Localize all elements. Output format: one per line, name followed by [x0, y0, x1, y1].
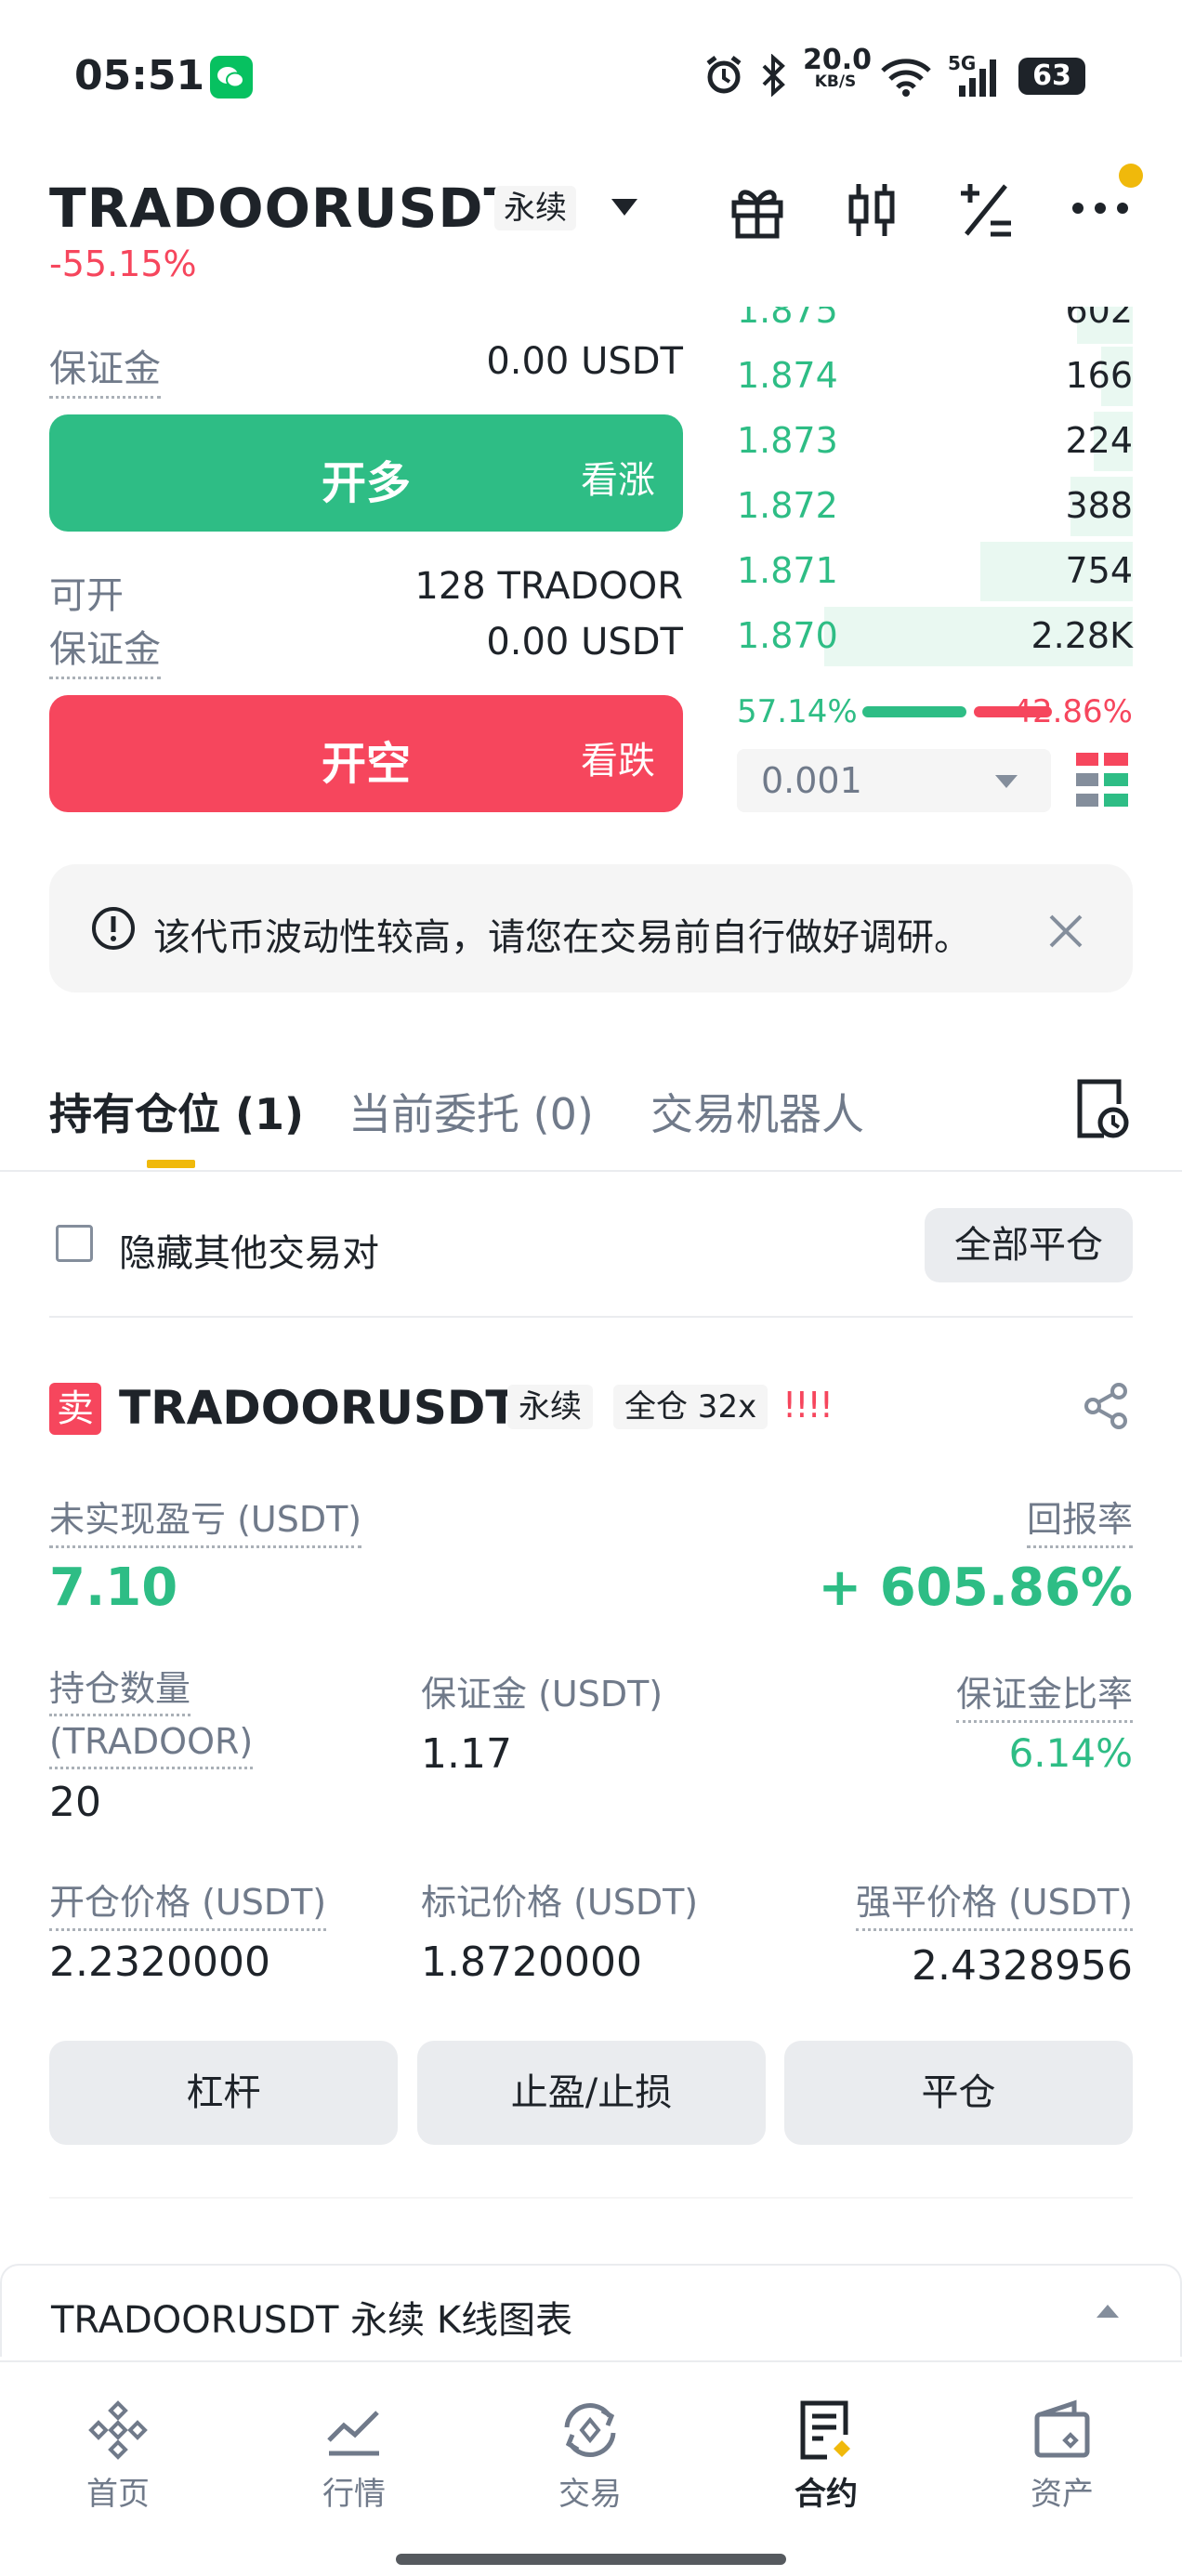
- risk-notice-text: 该代币波动性较高，请您在交易前自行做好调研。: [153, 916, 971, 959]
- bid-quantity: 224: [1065, 420, 1133, 461]
- position-margin-mode: 全仓 32x: [613, 1385, 768, 1429]
- tp-sl-button[interactable]: 止盈/止损: [417, 2041, 766, 2145]
- warning-icon: [92, 907, 135, 950]
- position-contract-type: 永续: [507, 1385, 593, 1429]
- wallet-icon: [1034, 2399, 1090, 2458]
- order-book-bid-row[interactable]: 1.871 754: [0, 539, 1182, 604]
- precision-value: 0.001: [761, 760, 862, 801]
- close-all-button[interactable]: 全部平仓: [925, 1208, 1133, 1282]
- leverage-button[interactable]: 杠杆: [49, 2041, 398, 2145]
- position-size-label: 持仓数量 (TRADOOR): [49, 1663, 254, 1769]
- position-margin-label: 保证金 (USDT): [421, 1674, 663, 1715]
- calculator-icon[interactable]: [957, 180, 1015, 240]
- bid-price: 1.874: [737, 355, 838, 396]
- bid-price: 1.873: [737, 420, 838, 461]
- buy-ratio-fill: [862, 706, 966, 717]
- position-symbol[interactable]: TRADOORUSDT: [119, 1381, 518, 1435]
- entry-price-value: 2.2320000: [49, 1939, 270, 1986]
- alarm-icon: [703, 54, 745, 97]
- roe-value: + 605.86%: [818, 1557, 1133, 1618]
- liquidation-price-value: 2.4328956: [912, 1942, 1133, 1990]
- position-size-value: 20: [49, 1779, 101, 1826]
- hide-others-label: 隐藏其他交易对: [119, 1232, 379, 1275]
- contract-type-badge: 永续: [494, 186, 576, 230]
- more-menu-icon[interactable]: [1070, 199, 1130, 217]
- tab-trading-bots[interactable]: 交易机器人: [650, 1081, 864, 1142]
- divider: [49, 1316, 1133, 1318]
- bid-quantity: 754: [1065, 550, 1133, 591]
- order-book-bid-row[interactable]: 1.870 2.28K: [0, 604, 1182, 669]
- order-book-bid-row[interactable]: 1.872 388: [0, 474, 1182, 539]
- nav-assets[interactable]: 资产: [969, 2399, 1155, 2514]
- tabs-divider: [0, 1170, 1182, 1172]
- sell-ratio: 42.86%: [1012, 693, 1133, 730]
- order-book-bid-row[interactable]: 1.873 224: [0, 409, 1182, 474]
- chevron-up-icon[interactable]: [1095, 2303, 1121, 2320]
- symbol-title[interactable]: TRADOORUSDT: [49, 177, 521, 240]
- order-book: 1.875 602 1.874 166 1.873 224 1.872 388 1.871 7…: [0, 307, 1182, 716]
- futures-icon: [800, 2400, 850, 2460]
- entry-price-label: 开仓价格 (USDT): [49, 1873, 327, 1931]
- bid-quantity: 388: [1065, 485, 1133, 526]
- unrealized-pnl-label: 未实现盈亏 (USDT): [49, 1491, 362, 1548]
- precision-select[interactable]: 0.001: [737, 749, 1051, 812]
- kline-chart-panel[interactable]: TRADOORUSDT 永续 K线图表: [0, 2264, 1182, 2357]
- close-icon[interactable]: [1047, 913, 1084, 950]
- nav-trade[interactable]: 交易: [497, 2399, 683, 2514]
- symbol-dropdown-icon[interactable]: [608, 193, 641, 221]
- order-book-partial-row: 1.875 602: [0, 307, 1182, 344]
- mark-price-value: 1.8720000: [421, 1939, 642, 1986]
- risk-notice: 该代币波动性较高，请您在交易前自行做好调研。: [49, 864, 1133, 992]
- tab-open-orders[interactable]: 当前委托 (0): [348, 1081, 594, 1142]
- bid-quantity: 166: [1065, 355, 1133, 396]
- kline-chart-title: TRADOORUSDT 永续 K线图表: [51, 2299, 573, 2342]
- net-speed: 20.0 KB/S: [803, 44, 873, 91]
- status-time: 05:51: [74, 52, 205, 99]
- status-bar: 05:51 20.0 KB/S 5G 63: [0, 0, 1182, 149]
- divider: [49, 2197, 1133, 2199]
- mark-price-label: 标记价格 (USDT): [421, 1882, 699, 1923]
- signal-icon: [957, 58, 1000, 99]
- close-position-button[interactable]: 平仓: [784, 2041, 1133, 2145]
- order-book-bid-row[interactable]: 1.874 166: [0, 344, 1182, 409]
- buy-ratio: 57.14%: [737, 693, 858, 730]
- side-badge-sell: 卖: [49, 1383, 101, 1435]
- nav-markets[interactable]: 行情: [261, 2399, 447, 2514]
- nav-futures[interactable]: 合约: [733, 2399, 919, 2514]
- margin-ratio-value: 6.14%: [1008, 1730, 1133, 1776]
- home-indicator: [396, 2554, 786, 2565]
- bid-quantity: 2.28K: [1031, 615, 1133, 656]
- chart-line-icon: [327, 2411, 379, 2456]
- battery-icon: 63: [1018, 58, 1085, 95]
- tab-active-indicator: [147, 1160, 195, 1168]
- bid-price: 1.870: [737, 615, 838, 656]
- wifi-icon: [879, 56, 933, 97]
- margin-ratio-label: 保证金比率: [955, 1665, 1133, 1723]
- risk-marks: !!!!: [782, 1385, 834, 1426]
- roe-label: 回报率: [1026, 1491, 1133, 1548]
- bottom-nav: 首页 行情 交易 合约 资产: [0, 2360, 1182, 2576]
- unrealized-pnl-value: 7.10: [49, 1557, 178, 1618]
- bluetooth-icon: [758, 54, 790, 97]
- notification-dot: [1119, 164, 1143, 188]
- home-icon: [88, 2400, 148, 2460]
- share-icon[interactable]: [1084, 1383, 1130, 1429]
- bid-price: 1.871: [737, 550, 838, 591]
- nav-home[interactable]: 首页: [25, 2399, 211, 2514]
- hide-others-checkbox[interactable]: [56, 1225, 93, 1262]
- candlestick-chart-icon[interactable]: [844, 180, 900, 240]
- position-margin-value: 1.17: [421, 1730, 512, 1778]
- order-book-layout-icon[interactable]: [1076, 753, 1128, 807]
- bid-price: 1.872: [737, 485, 838, 526]
- liquidation-price-label: 强平价格 (USDT): [855, 1873, 1133, 1931]
- precision-dropdown-icon: [995, 775, 1018, 788]
- gift-icon[interactable]: [729, 182, 786, 240]
- exchange-icon: [564, 2403, 616, 2457]
- order-history-icon[interactable]: [1074, 1078, 1130, 1139]
- tab-positions[interactable]: 持有仓位 (1): [49, 1081, 304, 1142]
- wechat-icon: [210, 56, 253, 99]
- change-percent: -55.15%: [49, 243, 197, 284]
